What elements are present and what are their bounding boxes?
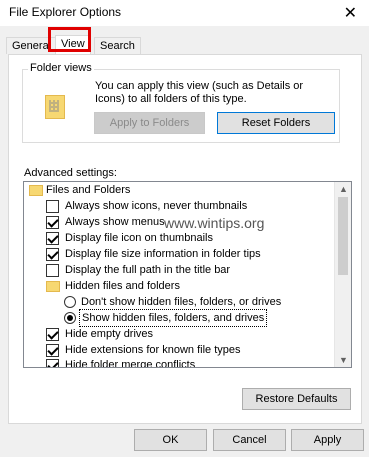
- scroll-down-icon[interactable]: ▼: [339, 355, 348, 365]
- scroll-thumb[interactable]: [338, 197, 348, 275]
- watermark: www.wintips.org: [164, 215, 265, 231]
- checkbox[interactable]: [46, 344, 59, 357]
- advanced-settings-label: Advanced settings:: [24, 167, 117, 179]
- title-bar: File Explorer Options ✕: [0, 0, 369, 26]
- scroll-up-icon[interactable]: ▲: [339, 184, 348, 194]
- scrollbar[interactable]: ▲ ▼: [334, 182, 351, 367]
- checkbox[interactable]: [46, 200, 59, 213]
- radio-button[interactable]: [64, 312, 76, 324]
- checkbox[interactable]: [46, 328, 59, 341]
- apply-button[interactable]: Apply: [291, 429, 364, 451]
- restore-defaults-button[interactable]: Restore Defaults: [242, 388, 351, 410]
- folder-views-description: You can apply this view (such as Details…: [95, 80, 304, 105]
- checkbox[interactable]: [46, 248, 59, 261]
- view-tab-panel: Folder views You can apply this view (su…: [8, 54, 362, 424]
- folder-views-label: Folder views: [28, 62, 94, 74]
- radio-button[interactable]: [64, 296, 76, 308]
- checkbox[interactable]: [46, 359, 59, 367]
- ok-button[interactable]: OK: [134, 429, 207, 451]
- checkbox[interactable]: [46, 264, 59, 277]
- cancel-button[interactable]: Cancel: [213, 429, 286, 451]
- checkbox[interactable]: [46, 216, 59, 229]
- tab-search[interactable]: Search: [94, 37, 141, 54]
- folder-views-group: Folder views You can apply this view (su…: [22, 62, 340, 143]
- tab-view[interactable]: View: [55, 35, 91, 54]
- checkbox[interactable]: [46, 232, 59, 245]
- folder-view-icon: [45, 95, 65, 119]
- close-icon[interactable]: ✕: [344, 3, 357, 23]
- folder-icon: [46, 281, 60, 292]
- reset-folders-button[interactable]: Reset Folders: [217, 112, 335, 134]
- apply-to-folders-button[interactable]: Apply to Folders: [94, 112, 205, 134]
- tab-general[interactable]: General: [6, 37, 58, 54]
- folder-icon: [29, 185, 43, 196]
- advanced-settings-list[interactable]: Files and Folders Always show icons, nev…: [23, 181, 352, 368]
- window-title: File Explorer Options: [9, 5, 122, 19]
